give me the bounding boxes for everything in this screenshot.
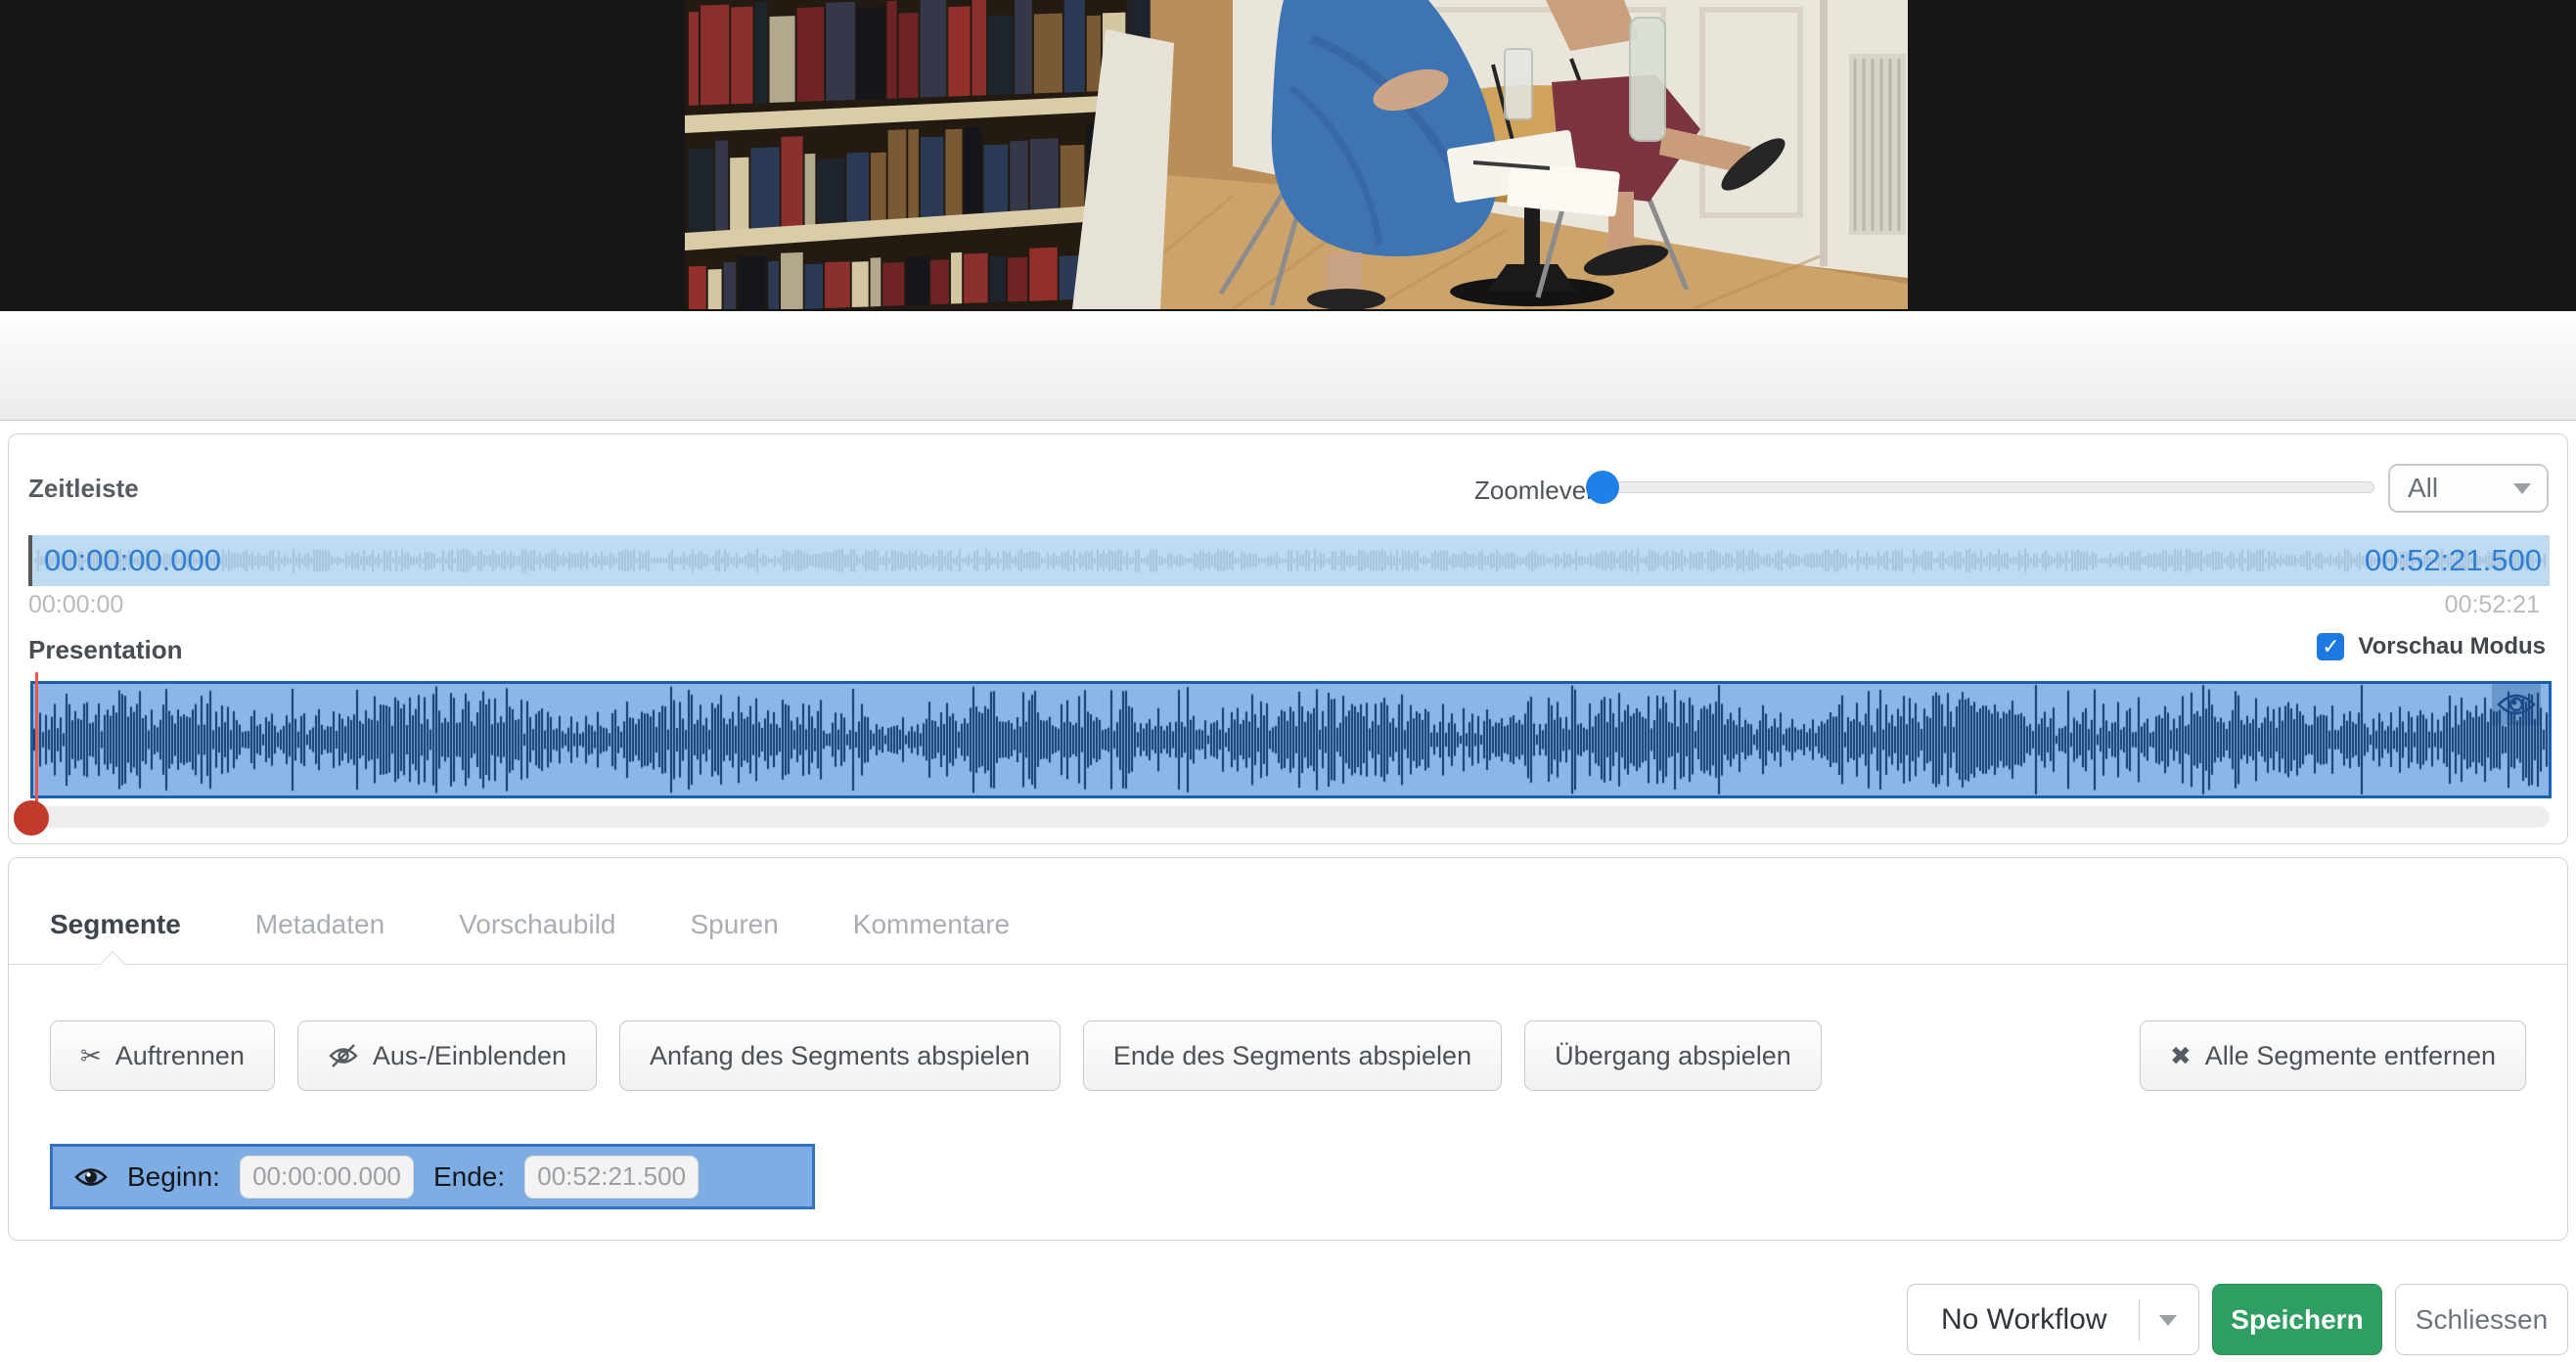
waveform-scrollbar[interactable] xyxy=(30,806,2550,828)
video-editor: 0 : 0 : 0 . 0 HR MIN SEC MS Zeitleiste Z… xyxy=(0,0,2576,1362)
chevron-down-icon xyxy=(2513,483,2531,503)
playhead-handle[interactable] xyxy=(14,800,49,836)
chevron-down-icon xyxy=(2159,1315,2177,1335)
zoomlevel-slider-knob[interactable] xyxy=(1586,471,1619,504)
workflow-select[interactable]: No Workflow xyxy=(1907,1284,2199,1355)
preview-mode-checkbox[interactable]: ✓ xyxy=(2317,633,2344,660)
preview-mode-label: Vorschau Modus xyxy=(2358,633,2546,660)
eye-icon xyxy=(2497,692,2536,717)
axis-end-label: 00:52:21 xyxy=(2445,591,2540,619)
track-filter-select[interactable]: All xyxy=(2388,464,2549,513)
video-player-area xyxy=(0,0,2576,311)
tab-metadaten[interactable]: Metadaten xyxy=(255,909,384,940)
play-segment-end-button[interactable]: Ende des Segments abspielen xyxy=(1083,1021,1502,1091)
zoomlevel-slider[interactable] xyxy=(1592,481,2374,493)
scissors-icon: ✂ xyxy=(80,1041,102,1071)
select-divider xyxy=(2139,1299,2140,1340)
axis-start-label: 00:00:00 xyxy=(28,591,123,619)
toggle-visibility-label: Aus-/Einblenden xyxy=(373,1041,566,1071)
video-scene xyxy=(685,0,1908,309)
waveform-canvas xyxy=(33,684,2549,795)
tab-row: Segmente Metadaten Vorschaubild Spuren K… xyxy=(9,858,2567,965)
editor-tabs-panel: Segmente Metadaten Vorschaubild Spuren K… xyxy=(8,857,2568,1241)
segment-end-input[interactable] xyxy=(524,1156,699,1199)
waveform-track[interactable] xyxy=(30,681,2552,798)
video-frame[interactable] xyxy=(685,0,1908,309)
tab-segmente[interactable]: Segmente xyxy=(50,909,181,940)
play-segment-start-button[interactable]: Anfang des Segments abspielen xyxy=(619,1021,1061,1091)
track-filter-value: All xyxy=(2408,473,2438,504)
segment-toolbar: ✂ Auftrennen Aus-/Einblenden Anfang des … xyxy=(9,965,2567,1091)
timeline-cursor[interactable] xyxy=(28,535,32,586)
timeline-panel: Zeitleiste Zoomlevel: All 00:00:00.000 0… xyxy=(8,433,2568,844)
segment-list-item[interactable]: Beginn: Ende: xyxy=(50,1144,815,1209)
segment-visibility-overlay[interactable] xyxy=(2492,684,2541,725)
playhead-line xyxy=(35,672,38,821)
preview-mode-toggle: ✓ Vorschau Modus xyxy=(2317,633,2546,660)
segment-begin-label: Beginn: xyxy=(127,1161,220,1193)
x-icon: ✖ xyxy=(2170,1041,2192,1071)
timeline-title: Zeitleiste xyxy=(28,474,139,504)
track-title: Presentation xyxy=(28,635,183,665)
play-transition-label: Übergang abspielen xyxy=(1555,1041,1791,1071)
toggle-visibility-button[interactable]: Aus-/Einblenden xyxy=(297,1021,597,1091)
remove-all-segments-button[interactable]: ✖ Alle Segmente entfernen xyxy=(2140,1021,2526,1091)
play-transition-button[interactable]: Übergang abspielen xyxy=(1524,1021,1822,1091)
split-button[interactable]: ✂ Auftrennen xyxy=(50,1021,275,1091)
tab-spuren[interactable]: Spuren xyxy=(691,909,779,940)
playback-controls-bar: 0 : 0 : 0 . 0 HR MIN SEC MS xyxy=(0,311,2576,421)
timeline-cursor-time: 00:00:00.000 xyxy=(44,543,221,578)
timeline-overview-bar[interactable]: 00:00:00.000 00:52:21.500 xyxy=(28,535,2550,586)
workflow-select-value: No Workflow xyxy=(1941,1303,2106,1337)
remove-all-segments-label: Alle Segmente entfernen xyxy=(2205,1041,2496,1071)
timeline-end-time: 00:52:21.500 xyxy=(2365,543,2542,578)
play-segment-end-label: Ende des Segments abspielen xyxy=(1113,1041,1471,1071)
timeline-noise-canvas xyxy=(28,535,2550,586)
segment-end-label: Ende: xyxy=(433,1161,505,1193)
tab-kommentare[interactable]: Kommentare xyxy=(853,909,1010,940)
tab-vorschaubild[interactable]: Vorschaubild xyxy=(459,909,615,940)
eye-icon xyxy=(74,1165,108,1189)
save-button[interactable]: Speichern xyxy=(2212,1284,2382,1355)
eye-slash-icon xyxy=(328,1043,359,1068)
play-segment-start-label: Anfang des Segments abspielen xyxy=(650,1041,1030,1071)
footer-actions: No Workflow Speichern Schliessen xyxy=(1907,1284,2568,1355)
segment-begin-input[interactable] xyxy=(240,1156,414,1199)
split-button-label: Auftrennen xyxy=(115,1041,245,1071)
close-button[interactable]: Schliessen xyxy=(2395,1284,2568,1355)
zoomlevel-label: Zoomlevel: xyxy=(1474,476,1599,506)
